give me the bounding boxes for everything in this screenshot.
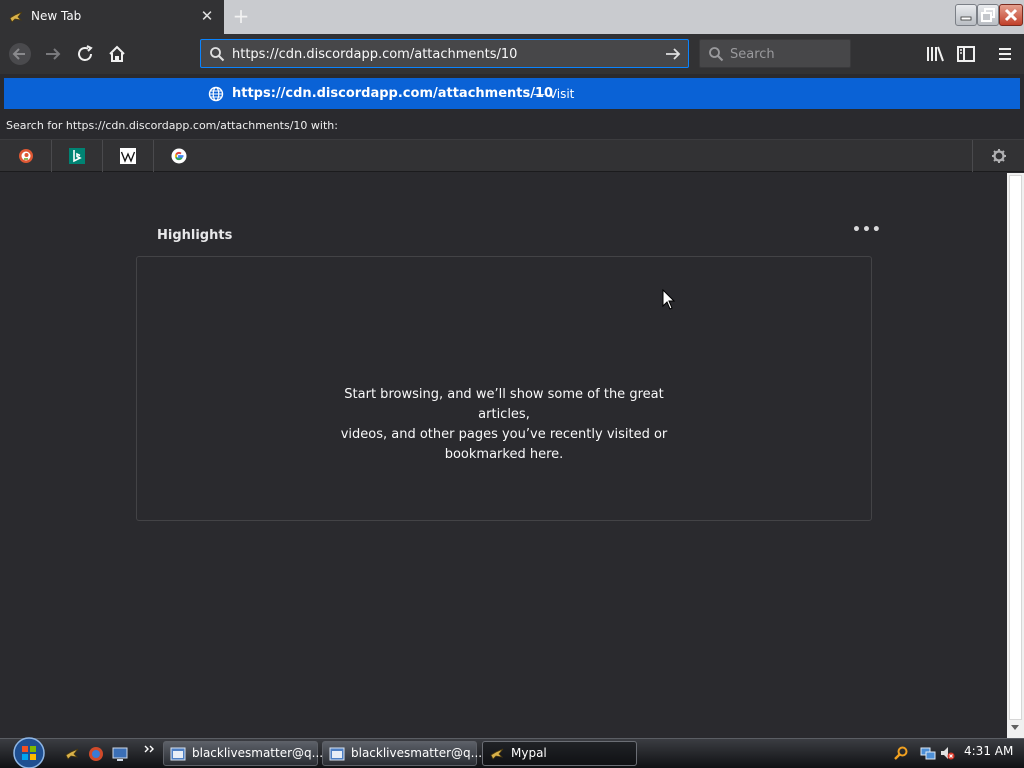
engine-google-button[interactable] xyxy=(153,140,205,172)
url-input[interactable] xyxy=(232,43,652,65)
tab-new-tab[interactable]: New Tab ✕ xyxy=(0,0,224,34)
mypal-icon xyxy=(490,748,504,760)
mypal-icon xyxy=(9,11,23,23)
window-icon xyxy=(329,747,345,761)
close-window-icon xyxy=(1004,8,1018,22)
back-icon[interactable] xyxy=(8,42,32,66)
tab-strip: New Tab ✕ + xyxy=(0,0,1024,34)
highlights-title: Highlights xyxy=(157,228,233,243)
task-label: Mypal xyxy=(511,746,547,760)
search-with-header: Search for https://cdn.discordapp.com/at… xyxy=(0,113,1024,140)
engine-bing-button[interactable] xyxy=(51,140,103,172)
highlights-empty-panel: Start browsing, and we’ll show some of t… xyxy=(136,256,872,521)
search-settings-button[interactable] xyxy=(972,140,1024,172)
engine-wikipedia-button[interactable] xyxy=(102,140,154,172)
network-tray-icon[interactable] xyxy=(920,745,936,761)
empty-state-line: bookmarked here. xyxy=(444,447,564,462)
forward-icon[interactable] xyxy=(41,42,65,66)
search-engine-bar xyxy=(0,140,1024,172)
mouse-cursor-icon xyxy=(662,289,676,310)
library-icon[interactable] xyxy=(923,42,947,66)
scrollbar-thumb[interactable] xyxy=(1009,175,1022,720)
taskbar-item-mypal[interactable]: Mypal xyxy=(482,741,637,766)
engine-duckduckgo-button[interactable] xyxy=(0,140,52,172)
search-bar[interactable] xyxy=(699,39,851,68)
autocomplete-action: — Visit xyxy=(533,87,575,101)
search-input[interactable] xyxy=(730,43,842,65)
go-arrow-icon[interactable] xyxy=(664,45,682,63)
restore-button[interactable] xyxy=(977,4,999,26)
gear-icon xyxy=(992,149,1006,163)
empty-state-line: videos, and other pages you’ve recently … xyxy=(340,427,668,442)
autocomplete-visit-row[interactable]: https://cdn.discordapp.com/attachments/1… xyxy=(4,78,1020,109)
url-bar[interactable] xyxy=(200,39,689,68)
google-icon xyxy=(171,148,187,164)
close-window-button[interactable] xyxy=(999,4,1023,26)
show-desktop-icon[interactable] xyxy=(112,746,128,762)
bing-icon xyxy=(69,148,85,164)
tab-title: New Tab xyxy=(31,9,82,23)
home-icon[interactable] xyxy=(105,42,129,66)
window-icon xyxy=(170,747,186,761)
menu-icon[interactable] xyxy=(993,42,1017,66)
sidebar-icon[interactable] xyxy=(954,42,978,66)
volume-muted-icon[interactable] xyxy=(939,745,955,761)
autocomplete-url: https://cdn.discordapp.com/attachments/1… xyxy=(232,86,554,101)
wikipedia-icon xyxy=(120,148,136,164)
duckduckgo-icon xyxy=(19,149,33,163)
reload-icon[interactable] xyxy=(73,42,97,66)
vertical-scrollbar[interactable] xyxy=(1007,173,1024,738)
taskbar-clock[interactable]: 4:31 AM xyxy=(964,744,1013,758)
minimize-icon xyxy=(960,16,972,21)
restore-icon xyxy=(981,8,995,22)
new-tab-button[interactable]: + xyxy=(230,6,252,28)
taskbar-item-explorer-2[interactable]: blacklivesmatter@q... xyxy=(322,741,482,766)
search-tray-icon[interactable] xyxy=(893,745,909,761)
search-with-label: Search for https://cdn.discordapp.com/at… xyxy=(6,119,338,132)
task-label: blacklivesmatter@q... xyxy=(351,746,483,760)
browser-quicklaunch-icon[interactable] xyxy=(88,746,104,762)
chevron-right-icon[interactable] xyxy=(142,742,158,758)
minimize-button[interactable] xyxy=(955,4,977,26)
search-icon xyxy=(210,47,225,62)
start-button[interactable] xyxy=(8,734,50,768)
globe-icon xyxy=(208,86,224,102)
taskbar-item-explorer-1[interactable]: blacklivesmatter@q... xyxy=(163,741,323,766)
tab-close-icon[interactable]: ✕ xyxy=(199,8,215,24)
highlights-more-button[interactable]: ••• xyxy=(852,223,881,241)
scroll-down-arrow-icon[interactable] xyxy=(1011,725,1019,730)
empty-state-message: Start browsing, and we’ll show some of t… xyxy=(317,385,691,465)
task-label: blacklivesmatter@q... xyxy=(192,746,324,760)
mypal-quicklaunch-icon[interactable] xyxy=(64,746,80,762)
search-icon xyxy=(709,47,724,62)
empty-state-line: Start browsing, and we’ll show some of t… xyxy=(344,387,664,422)
new-tab-page: Highlights ••• Start browsing, and we’ll… xyxy=(0,173,1007,738)
